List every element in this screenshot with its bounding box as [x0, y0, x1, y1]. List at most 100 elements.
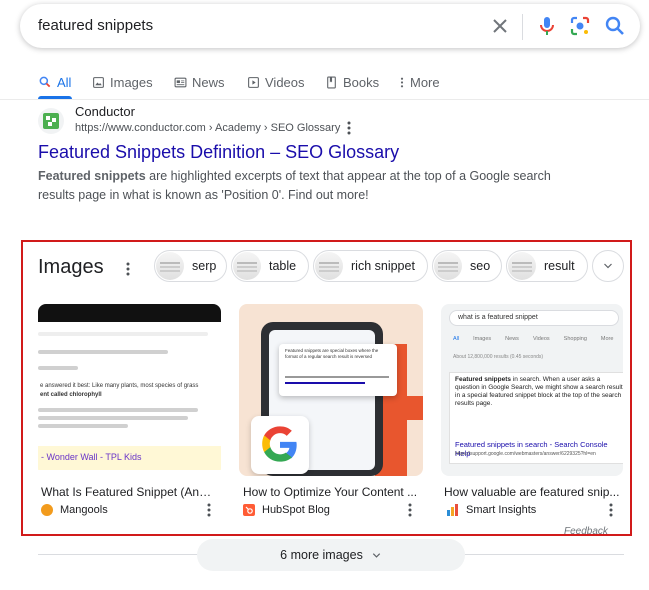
tab-label: News	[192, 74, 225, 90]
image-source-name: Mangools	[60, 504, 108, 516]
search-bar[interactable]: featured snippets	[20, 4, 640, 48]
thumbnail-line	[38, 408, 198, 412]
chip-seo[interactable]: seo	[432, 250, 502, 282]
thumbnail-popup-text: Featured snippets are special boxes wher…	[285, 348, 379, 359]
thumbnail-highlight: - Wonder Wall - TPL Kids	[38, 446, 221, 470]
image-thumbnail-hubspot[interactable]: Featured snippets are special boxes wher…	[239, 304, 423, 476]
result-site-name[interactable]: Conductor	[75, 104, 135, 119]
image-caption[interactable]: What Is Featured Snippet (And ...	[41, 485, 216, 499]
google-logo-tile	[251, 416, 309, 474]
thumbnail-nav-item: Videos	[532, 336, 550, 342]
thumbnail-nav-item: News	[505, 336, 519, 342]
thumbnail-nav-item: More	[600, 336, 614, 342]
thumbnail-text: e answered it best: Like many plants, mo…	[40, 382, 220, 400]
mangools-logo-icon	[41, 504, 53, 516]
feedback-link[interactable]: Feedback	[564, 526, 608, 537]
more-vert-icon[interactable]	[608, 503, 614, 517]
book-icon	[327, 76, 336, 88]
tabs-divider	[0, 99, 649, 100]
thumbnail-nav: All Images News Videos Shopping More	[453, 336, 623, 342]
tab-all[interactable]: All	[38, 66, 72, 99]
image-source-name: HubSpot Blog	[262, 504, 330, 516]
image-source[interactable]: HubSpot Blog	[243, 504, 330, 516]
thumbnail-line	[285, 382, 365, 384]
tab-news[interactable]: News	[174, 66, 225, 98]
snippet-bold: Featured snippets	[38, 169, 146, 183]
chip-serp[interactable]: serp	[154, 250, 227, 282]
tab-label: Books	[343, 74, 380, 90]
image-source[interactable]: Mangools	[41, 504, 108, 516]
google-lens-icon[interactable]	[568, 14, 592, 38]
result-snippet: Featured snippets are highlighted excerp…	[38, 167, 578, 205]
search-icon[interactable]	[603, 14, 627, 38]
chip-result[interactable]: result	[506, 250, 588, 282]
tab-label: More	[410, 74, 440, 90]
chip-label: rich snippet	[351, 259, 415, 273]
more-vert-icon[interactable]	[125, 262, 131, 276]
conductor-logo-icon	[43, 113, 59, 129]
tab-images[interactable]: Images	[92, 66, 153, 98]
search-icon	[39, 76, 51, 88]
chip-label: result	[544, 259, 575, 273]
thumbnail-stats	[38, 366, 78, 370]
result-url[interactable]: https://www.conductor.com › Academy › SE…	[75, 122, 340, 134]
chip-rich-snippet[interactable]: rich snippet	[313, 250, 428, 282]
thumbnail-nav-item: All	[453, 336, 460, 342]
more-images-label: 6 more images	[280, 548, 363, 562]
chip-label: seo	[470, 259, 491, 273]
image-source[interactable]: Smart Insights	[447, 504, 536, 516]
tab-books[interactable]: Books	[325, 66, 379, 98]
thumbnail-line: ent called chlorophyll	[40, 392, 102, 398]
search-tabs: All Images News Videos Books More	[38, 66, 638, 100]
thumbnail-line	[38, 416, 188, 420]
images-heading: Images	[38, 256, 104, 278]
news-icon	[174, 77, 187, 87]
chip-thumbnail	[315, 252, 343, 280]
thumbnail-line	[38, 424, 128, 428]
image-caption[interactable]: How to Optimize Your Content ...	[243, 485, 419, 499]
chip-thumbnail	[508, 252, 536, 280]
more-vert-icon[interactable]	[346, 121, 352, 135]
image-caption[interactable]: How valuable are featured snip...	[444, 485, 622, 499]
thumbnail-popup: Featured snippets are special boxes wher…	[279, 344, 397, 396]
tab-label: All	[57, 74, 72, 90]
chips-expand-button[interactable]	[592, 250, 624, 282]
more-vert-icon[interactable]	[206, 503, 212, 517]
chip-thumbnail	[434, 252, 462, 280]
image-thumbnail-mangools[interactable]: e answered it best: Like many plants, mo…	[38, 304, 221, 476]
tab-label: Videos	[265, 74, 305, 90]
image-icon	[93, 76, 104, 88]
google-g-icon	[262, 426, 297, 462]
thumbnail-body-bold: Featured snippets	[455, 376, 511, 383]
search-input[interactable]: featured snippets	[38, 17, 153, 34]
thumbnail-line: e answered it best: Like many plants, mo…	[40, 383, 199, 389]
thumbnail-nav-item: Images	[473, 336, 492, 342]
smart-insights-logo-icon	[447, 504, 458, 516]
thumbnail-link-url: https://support.google.com/webmasters/an…	[455, 451, 596, 457]
thumbnail-line	[285, 376, 389, 378]
image-source-name: Smart Insights	[466, 504, 537, 516]
tab-more[interactable]: More	[399, 66, 440, 98]
more-vert-icon[interactable]	[407, 503, 413, 517]
thumbnail-searchbox: what is a featured snippet	[449, 310, 619, 326]
clear-icon[interactable]	[488, 14, 512, 38]
thumbnail-nav	[38, 350, 168, 354]
search-divider	[522, 14, 523, 40]
microphone-icon[interactable]	[535, 14, 559, 38]
chip-label: serp	[192, 259, 217, 273]
thumbnail-stats: About 12,800,000 results (0.45 seconds)	[453, 354, 544, 360]
chevron-down-icon	[372, 552, 380, 558]
site-favicon[interactable]	[38, 108, 64, 134]
image-thumbnail-smart-insights[interactable]: what is a featured snippet All Images Ne…	[441, 304, 623, 476]
thumbnail-body: Featured snippets in search. When a user…	[455, 376, 623, 408]
chip-label: table	[269, 259, 297, 273]
chip-thumbnail	[156, 252, 184, 280]
tab-videos[interactable]: Videos	[247, 66, 305, 98]
result-title-link[interactable]: Featured Snippets Definition – SEO Gloss…	[38, 142, 399, 163]
hubspot-logo-icon	[243, 504, 255, 516]
thumbnail-link: - Wonder Wall - TPL Kids	[41, 452, 142, 462]
chip-table[interactable]: table	[231, 250, 309, 282]
chip-thumbnail	[233, 252, 261, 280]
more-images-button[interactable]: 6 more images	[197, 539, 465, 571]
more-vert-icon	[400, 77, 404, 87]
